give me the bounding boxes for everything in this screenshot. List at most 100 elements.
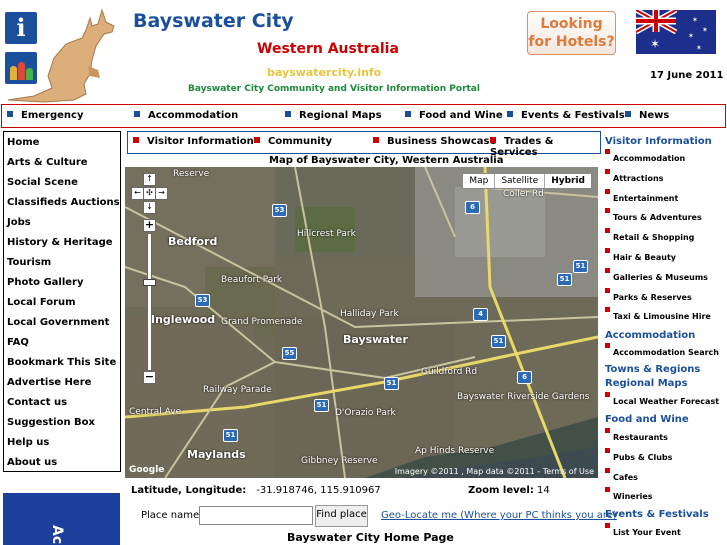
map-copyright[interactable]: Imagery ©2011 , Map data ©2011 - Terms o… xyxy=(395,467,594,476)
rightcol-heading-food-wine[interactable]: Food and Wine xyxy=(605,414,689,425)
map-label-reserve: Reserve xyxy=(173,169,210,179)
rightcol-item-accommodation-search[interactable]: Accommodation Search xyxy=(605,343,719,357)
current-date: 17 June 2011 xyxy=(650,70,724,81)
subnav-item-community[interactable]: Community xyxy=(254,136,332,147)
zoom-in-icon[interactable]: + xyxy=(143,219,156,232)
map-label-guildford-rd: Guildford Rd xyxy=(421,367,478,377)
rightcol-item-tours-adventures[interactable]: Tours & Adventures xyxy=(605,208,702,222)
zoom-out-icon[interactable]: − xyxy=(143,371,156,384)
map-type-hybrid-button[interactable]: Hybrid xyxy=(545,174,591,188)
site-subtitle: Western Australia xyxy=(257,41,399,57)
leftnav-item-bookmark[interactable]: Bookmark This Site xyxy=(7,357,116,368)
hotels-button[interactable]: Looking for Hotels? xyxy=(527,11,616,55)
info-icon[interactable]: i xyxy=(5,12,37,44)
rightcol-item-retail-shopping[interactable]: Retail & Shopping xyxy=(605,228,694,242)
home-page-heading: Bayswater City Home Page xyxy=(287,531,454,544)
rightcol-heading-regional-maps[interactable]: Regional Maps xyxy=(605,378,688,389)
rightcol-item-parks-reserves[interactable]: Parks & Reserves xyxy=(605,288,692,302)
leftnav-item-advertise[interactable]: Advertise Here xyxy=(7,377,91,388)
leftnav-item-arts-culture[interactable]: Arts & Culture xyxy=(7,157,88,168)
rightcol-heading-accommodation[interactable]: Accommodation xyxy=(605,330,695,341)
rightcol-item-galleries-museums[interactable]: Galleries & Museums xyxy=(605,268,708,282)
pan-right-icon[interactable]: → xyxy=(155,187,168,200)
topnav-item-events-festivals[interactable]: Events & Festivals xyxy=(507,110,625,121)
family-icon[interactable] xyxy=(5,52,37,84)
ad-banner[interactable]: Ac xyxy=(3,493,120,545)
route-shield: 51 xyxy=(573,260,588,273)
pan-up-icon[interactable]: ↑ xyxy=(143,173,156,186)
rightcol-item-wineries[interactable]: Wineries xyxy=(605,487,653,501)
topnav-item-regional-maps[interactable]: Regional Maps xyxy=(285,110,382,121)
route-shield: 51 xyxy=(384,377,399,390)
rightcol-item-attractions[interactable]: Attractions xyxy=(605,169,663,183)
rightcol-item-entertainment[interactable]: Entertainment xyxy=(605,189,678,203)
svg-text:✶: ✶ xyxy=(702,26,708,34)
map-label-grand-promenade: Grand Promenade xyxy=(221,317,303,327)
rightcol-item-restaurants[interactable]: Restaurants xyxy=(605,428,668,442)
zoom-track[interactable] xyxy=(147,233,152,371)
pan-down-icon[interactable]: ↓ xyxy=(143,201,156,214)
map-type-satellite-button[interactable]: Satellite xyxy=(495,174,546,188)
zoom-level-readout: Zoom level: 14 xyxy=(468,485,550,496)
map-label-ap-hinds-reserve: Ap Hinds Reserve xyxy=(415,446,495,456)
leftnav-item-social-scene[interactable]: Social Scene xyxy=(7,177,78,188)
leftnav-item-jobs[interactable]: Jobs xyxy=(7,217,31,228)
topnav-item-news[interactable]: News xyxy=(625,110,669,121)
rightcol-heading-visitor-information[interactable]: Visitor Information xyxy=(605,136,712,147)
leftnav-item-history[interactable]: History & Heritage xyxy=(7,237,113,248)
topnav-item-emergency[interactable]: Emergency xyxy=(7,110,83,121)
ad-banner-text: Ac xyxy=(49,525,65,545)
leftnav-item-help[interactable]: Help us xyxy=(7,437,49,448)
site-title[interactable]: Bayswater City xyxy=(133,10,294,32)
rightcol-item-cafes[interactable]: Cafes xyxy=(605,468,638,482)
map-title: Map of Bayswater City, Western Australia xyxy=(269,155,504,166)
topnav-item-food-and-wine[interactable]: Food and Wine xyxy=(405,110,503,121)
leftnav-item-tourism[interactable]: Tourism xyxy=(7,257,51,268)
route-shield: 51 xyxy=(491,335,506,348)
hotels-button-label: Looking for Hotels? xyxy=(528,16,615,50)
subnav-item-visitor-information[interactable]: Visitor Information xyxy=(133,136,254,147)
route-shield: 6 xyxy=(465,201,480,214)
subnav-item-trades-services[interactable]: Trades & Services xyxy=(490,136,600,158)
rightcol-item-hair-beauty[interactable]: Hair & Beauty xyxy=(605,248,676,262)
subnav-item-business-showcase[interactable]: Business Showcase xyxy=(373,136,496,147)
google-logo[interactable]: Google xyxy=(129,465,164,475)
map-label-dorazio-park: D'Orazio Park xyxy=(335,408,396,418)
map-label-maylands: Maylands xyxy=(187,448,246,461)
find-place-button[interactable]: Find place xyxy=(315,505,368,527)
map-pan-control: ↑ ← ✣ → ↓ xyxy=(131,173,168,214)
rightcol-item-local-weather[interactable]: Local Weather Forecast xyxy=(605,392,719,406)
leftnav-item-contact[interactable]: Contact us xyxy=(7,397,67,408)
route-shield: 53 xyxy=(195,294,210,307)
leftnav-item-classifieds[interactable]: Classifieds Auctions xyxy=(7,197,120,208)
route-shield: 4 xyxy=(473,308,488,321)
australia-flag-icon: ✶ ✶ ✶ ✶ ✶ xyxy=(636,10,716,54)
rightcol-heading-towns-regions[interactable]: Towns & Regions xyxy=(605,364,700,375)
leftnav-item-suggestion-box[interactable]: Suggestion Box xyxy=(7,417,95,428)
map-type-map-button[interactable]: Map xyxy=(463,174,496,188)
svg-text:✶: ✶ xyxy=(692,16,698,24)
svg-text:✶: ✶ xyxy=(696,44,702,52)
top-nav: Emergency Accommodation Regional Maps Fo… xyxy=(1,104,726,128)
rightcol-item-taxi-limousine[interactable]: Taxi & Limousine Hire xyxy=(605,307,711,321)
place-name-label: Place name: xyxy=(141,510,203,521)
leftnav-item-local-government[interactable]: Local Government xyxy=(7,317,109,328)
leftnav-item-home[interactable]: Home xyxy=(7,137,39,148)
rightcol-heading-events-festivals[interactable]: Events & Festivals xyxy=(605,509,709,520)
rightcol-item-pubs-clubs[interactable]: Pubs & Clubs xyxy=(605,448,672,462)
rightcol-item-accommodation[interactable]: Accommodation xyxy=(605,149,685,163)
place-name-input[interactable] xyxy=(199,506,313,525)
leftnav-item-faq[interactable]: FAQ xyxy=(7,337,29,348)
leftnav-item-photo-gallery[interactable]: Photo Gallery xyxy=(7,277,84,288)
map-label-riverside-gardens: Bayswater Riverside Gardens xyxy=(457,392,590,402)
leftnav-item-local-forum[interactable]: Local Forum xyxy=(7,297,76,308)
zoom-slider-handle[interactable] xyxy=(143,279,156,286)
topnav-item-accommodation[interactable]: Accommodation xyxy=(134,110,238,121)
rightcol-item-list-your-event[interactable]: List Your Event xyxy=(605,523,681,537)
route-shield: 55 xyxy=(282,347,297,360)
geolocate-link[interactable]: Geo-Locate me (Where your PC thinks you … xyxy=(381,510,617,521)
satellite-map[interactable]: Bedford Inglewood Bayswater Maylands Hil… xyxy=(125,167,598,478)
map-label-gibbney-reserve: Gibbney Reserve xyxy=(301,456,378,466)
svg-text:✶: ✶ xyxy=(650,37,660,51)
leftnav-item-about[interactable]: About us xyxy=(7,457,57,468)
